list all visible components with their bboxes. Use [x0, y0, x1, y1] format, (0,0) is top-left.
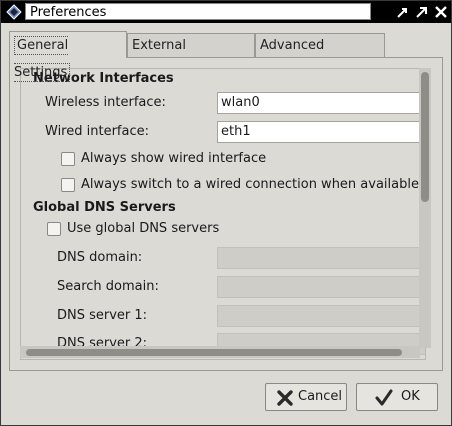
- ok-check-icon: [375, 389, 393, 406]
- wireless-interface-label: Wireless interface:: [45, 95, 166, 110]
- wireless-interface-field[interactable]: wlan0: [217, 92, 425, 114]
- dns-domain-label: DNS domain:: [57, 250, 143, 265]
- preferences-window: Preferences General Settings External Pr…: [0, 0, 452, 426]
- cancel-label: Cancel: [298, 389, 343, 404]
- tab-external-programs[interactable]: External Programs: [127, 33, 255, 77]
- cancel-button[interactable]: Cancel: [265, 383, 347, 411]
- always-switch-wired-checkbox[interactable]: [61, 178, 75, 192]
- maximize-icon[interactable]: [414, 4, 430, 20]
- shade-icon[interactable]: [395, 4, 411, 20]
- general-settings-panel: Network Interfaces Wireless interface: w…: [9, 57, 443, 371]
- dns-domain-field: [217, 247, 425, 269]
- global-dns-heading: Global DNS Servers: [33, 200, 176, 215]
- app-diamond-icon[interactable]: [6, 4, 22, 20]
- ok-label: OK: [401, 389, 420, 404]
- search-domain-label: Search domain:: [57, 279, 159, 294]
- dns-server-1-label: DNS server 1:: [57, 308, 148, 323]
- search-domain-field: [217, 276, 425, 298]
- settings-scroll-area[interactable]: Network Interfaces Wireless interface: w…: [20, 68, 426, 360]
- always-show-wired-label[interactable]: Always show wired interface: [81, 151, 266, 166]
- horizontal-scrollbar[interactable]: [20, 346, 420, 358]
- wired-interface-label: Wired interface:: [45, 124, 149, 139]
- dns-server-1-field: [217, 305, 425, 327]
- cancel-x-icon: [277, 390, 293, 406]
- horizontal-scroll-thumb[interactable]: [26, 349, 402, 356]
- always-switch-wired-label[interactable]: Always switch to a wired connection when…: [81, 177, 419, 192]
- close-icon[interactable]: [433, 4, 449, 20]
- use-global-dns-label[interactable]: Use global DNS servers: [67, 221, 219, 236]
- tab-general-settings[interactable]: General Settings: [9, 31, 127, 82]
- wired-interface-field[interactable]: eth1: [217, 121, 425, 143]
- title-bar[interactable]: Preferences: [1, 1, 451, 23]
- vertical-scroll-thumb[interactable]: [421, 72, 429, 202]
- use-global-dns-checkbox[interactable]: [47, 222, 61, 236]
- ok-button[interactable]: OK: [356, 383, 438, 411]
- window-title: Preferences: [25, 3, 371, 20]
- vertical-scrollbar[interactable]: [419, 68, 431, 348]
- always-show-wired-checkbox[interactable]: [61, 152, 75, 166]
- tab-advanced-settings[interactable]: Advanced Settings: [255, 33, 385, 77]
